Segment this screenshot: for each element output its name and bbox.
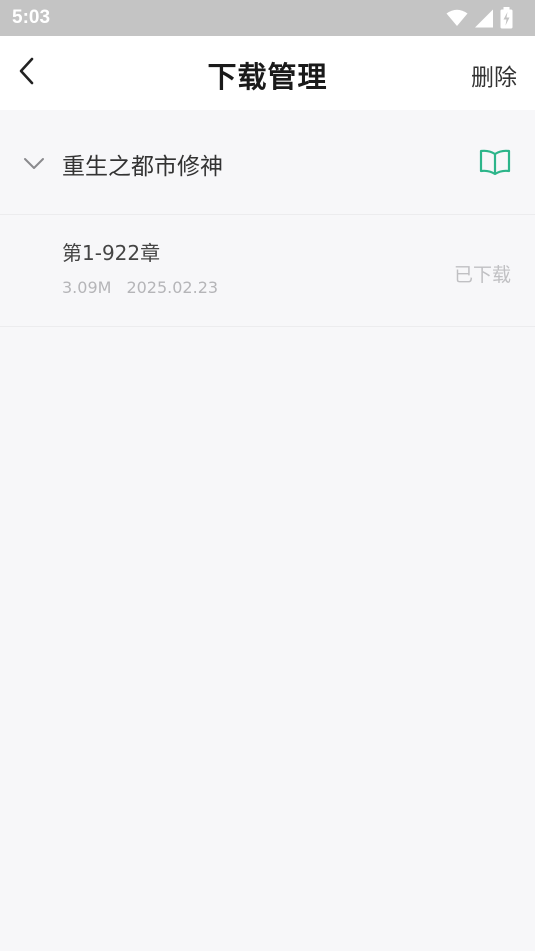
status-bar: 5:03: [0, 0, 535, 36]
chapter-meta: 3.09M 2025.02.23: [62, 278, 218, 297]
chapter-download-item[interactable]: 第1-922章 3.09M 2025.02.23 已下载: [0, 215, 535, 327]
download-manager-screen: 5:03 下载管理 删除 重生之都市修神 第1-922章 3.09M 2025.…: [0, 0, 535, 951]
header-bar: 下载管理 删除: [0, 36, 535, 110]
chapter-download-date: 2025.02.23: [126, 278, 219, 297]
chevron-down-icon[interactable]: [22, 151, 46, 175]
status-icons: [446, 7, 513, 29]
status-time: 5:03: [12, 7, 51, 28]
book-title: 重生之都市修神: [62, 154, 223, 180]
open-book-icon[interactable]: [479, 148, 511, 176]
download-status-label: 已下载: [453, 264, 511, 286]
page-title: 下载管理: [207, 60, 328, 94]
chapter-range: 第1-922章: [62, 241, 161, 265]
delete-button[interactable]: 删除: [471, 58, 517, 92]
chapter-file-size: 3.09M: [62, 278, 112, 297]
cellular-signal-icon: [474, 9, 494, 28]
book-group-row[interactable]: 重生之都市修神: [0, 110, 535, 215]
wifi-icon: [446, 9, 468, 27]
battery-charging-icon: [500, 7, 513, 29]
